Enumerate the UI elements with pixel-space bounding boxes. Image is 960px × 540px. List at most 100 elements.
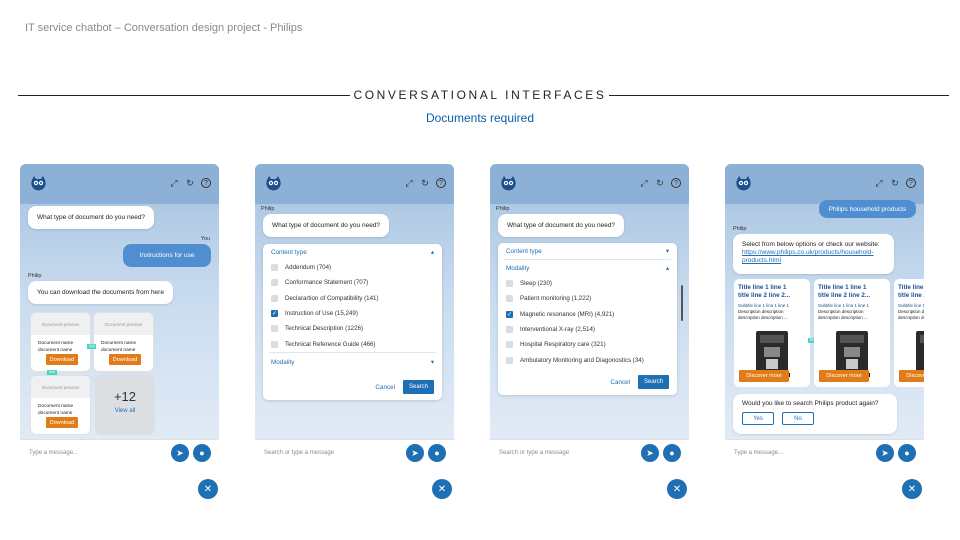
refresh-icon[interactable]: ↻ <box>890 178 900 188</box>
microphone-icon[interactable]: ● <box>898 444 916 462</box>
modality-header[interactable]: Modality ▴ <box>498 260 677 276</box>
project-title: IT service chatbot – Conversation design… <box>25 22 303 34</box>
website-link[interactable]: https://www.philips.co.uk/products/house… <box>742 249 874 264</box>
document-preview: Document preview <box>94 313 153 335</box>
product-card: Title line 1 line 1 title line 2 line 2.… <box>894 279 924 387</box>
sender-label-you: You <box>200 236 210 242</box>
yes-chip[interactable]: Yes <box>742 412 774 425</box>
option-label: Declarartion of Compatibility (141) <box>285 294 379 302</box>
view-all-tile[interactable]: +12 View all <box>95 375 155 435</box>
help-icon[interactable]: ? <box>201 178 211 188</box>
checkbox[interactable] <box>271 340 278 348</box>
discover-more-button[interactable]: Discover more <box>739 370 789 382</box>
expand-icon[interactable]: ⤢ <box>639 178 649 188</box>
refresh-icon[interactable]: ↻ <box>655 178 665 188</box>
help-icon[interactable]: ? <box>906 178 916 188</box>
product-subtitle: Subtitle line 1 line 1 line 1 <box>818 303 870 308</box>
microphone-icon[interactable]: ● <box>428 444 446 462</box>
checkbox[interactable] <box>271 294 278 302</box>
scrollbar[interactable] <box>681 285 683 321</box>
page-subtitle: Documents required <box>425 111 535 125</box>
chat-header: ⤢ ↻? <box>20 164 219 204</box>
close-chat-button[interactable]: ✕ <box>198 479 218 499</box>
filter-option[interactable]: Ambulatory Monitoring and Diagonostics (… <box>498 352 677 367</box>
filter-option[interactable]: Technical Description (1226) <box>263 321 442 336</box>
checkbox-checked[interactable]: ✓ <box>271 310 278 318</box>
refresh-icon[interactable]: ↻ <box>185 178 195 188</box>
expand-icon[interactable]: ⤢ <box>169 178 179 188</box>
filter-option[interactable]: Declarartion of Compatibility (141) <box>263 291 442 306</box>
close-chat-button[interactable]: ✕ <box>667 479 687 499</box>
send-icon[interactable]: ➤ <box>406 444 424 462</box>
checkbox[interactable] <box>506 356 513 364</box>
modality-header[interactable]: Modality ▾ <box>263 355 442 371</box>
send-icon[interactable]: ➤ <box>876 444 894 462</box>
filter-option[interactable]: Conformance Statement (707) <box>263 275 442 290</box>
no-chip[interactable]: No <box>782 412 814 425</box>
filter-panel: Content type ▴ Addendum (704) Conformance… <box>263 244 442 400</box>
filter-option[interactable]: ✓ Magnetic resonance (MRI) (4,921) <box>498 307 677 322</box>
owl-logo-icon <box>501 176 516 191</box>
filter-option[interactable]: Sleep (230) <box>498 276 677 291</box>
help-icon[interactable]: ? <box>671 178 681 188</box>
checkbox[interactable] <box>271 264 278 272</box>
message-bar: Type a message... ➤ ● <box>20 439 219 467</box>
discover-more-button[interactable]: Discover more <box>899 370 924 382</box>
cancel-button[interactable]: Cancel <box>375 384 395 391</box>
microphone-icon[interactable]: ● <box>663 444 681 462</box>
download-button[interactable]: Download <box>46 354 78 365</box>
document-preview: Document preview <box>31 376 90 398</box>
content-type-header[interactable]: Content type ▾ <box>498 243 677 259</box>
filter-option[interactable]: Patient monitoring (1,222) <box>498 291 677 306</box>
help-icon[interactable]: ? <box>436 178 446 188</box>
message-input[interactable]: Search or type a message <box>264 450 334 456</box>
discover-more-button[interactable]: Discover more <box>819 370 869 382</box>
checkbox[interactable] <box>506 326 513 334</box>
checkbox[interactable] <box>506 295 513 303</box>
send-icon[interactable]: ➤ <box>641 444 659 462</box>
filter-option[interactable]: Technical Reference Guide (466) <box>263 336 442 351</box>
message-input[interactable]: Search or type a message <box>499 450 569 456</box>
bot-message: What type of document do you need? <box>263 214 390 237</box>
product-description: Description description description desc… <box>818 309 868 320</box>
checkbox-checked[interactable]: ✓ <box>506 310 513 318</box>
view-all-link[interactable]: View all <box>95 408 155 414</box>
message-input[interactable]: Type a message... <box>29 450 78 456</box>
message-input[interactable]: Type a message... <box>734 450 783 456</box>
expand-icon[interactable]: ⤢ <box>874 178 884 188</box>
user-message: Instructions for use <box>123 244 211 267</box>
sender-label-philip: Philip <box>496 206 510 212</box>
cancel-button[interactable]: Cancel <box>610 379 630 386</box>
filter-panel: Content type ▾ Modality ▴ Sleep (230) Pati… <box>498 243 677 395</box>
product-description: Description description description desc… <box>898 309 924 320</box>
bot-message-text: Select from below options or check our w… <box>742 241 880 248</box>
checkbox[interactable] <box>506 280 513 288</box>
close-chat-button[interactable]: ✕ <box>902 479 922 499</box>
checkbox[interactable] <box>271 279 278 287</box>
refresh-icon[interactable]: ↻ <box>420 178 430 188</box>
owl-logo-icon <box>266 176 281 191</box>
sender-label-philip: Philip <box>28 273 42 279</box>
chat-header: ⤢ ↻? <box>725 164 924 204</box>
expand-icon[interactable]: ⤢ <box>404 178 414 188</box>
download-button[interactable]: Download <box>46 417 78 428</box>
product-title: Title line 1 line 1 title line 2 line 2.… <box>738 284 791 299</box>
filter-option[interactable]: Interventional X-ray (2,514) <box>498 322 677 337</box>
download-button[interactable]: Download <box>109 354 141 365</box>
send-icon[interactable]: ➤ <box>171 444 189 462</box>
content-type-header[interactable]: Content type ▴ <box>263 244 442 260</box>
option-label: Addendum (704) <box>285 264 332 272</box>
checkbox[interactable] <box>506 341 513 349</box>
message-bar: Search or type a message ➤ ● <box>490 439 689 467</box>
microphone-icon[interactable]: ● <box>193 444 211 462</box>
search-button[interactable]: Search <box>638 375 669 389</box>
filter-option[interactable]: Hospital Respiratory care (321) <box>498 337 677 352</box>
search-button[interactable]: Search <box>403 380 434 394</box>
close-chat-button[interactable]: ✕ <box>432 479 452 499</box>
checkbox[interactable] <box>271 325 278 333</box>
message-bar: Search or type a message ➤ ● <box>255 439 454 467</box>
option-label: Technical Reference Guide (466) <box>285 340 376 348</box>
filter-option[interactable]: ✓ Instruction of Use (15,249) <box>263 306 442 321</box>
filter-option[interactable]: Addendum (704) <box>263 260 442 275</box>
sender-label-philip: Philip <box>261 206 275 212</box>
